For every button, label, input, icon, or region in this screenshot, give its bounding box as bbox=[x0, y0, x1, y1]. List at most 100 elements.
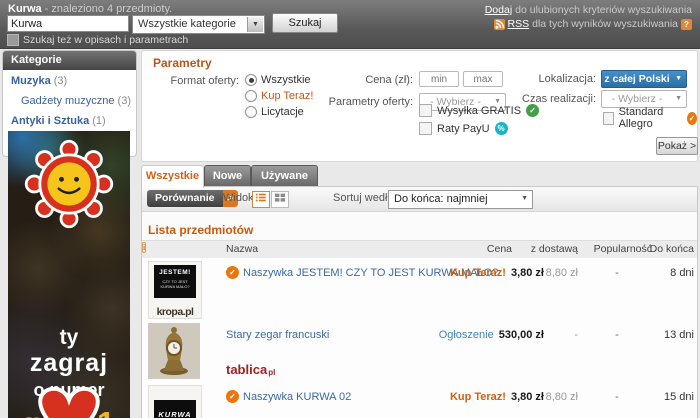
ad-text-line1: ty bbox=[8, 327, 130, 348]
time-left-cell: 15 dni bbox=[638, 391, 694, 403]
parameters-title: Parametry bbox=[153, 56, 212, 70]
location-value: z całej Polski bbox=[602, 71, 672, 87]
item-name-link[interactable]: Naszywka KURWA 02 bbox=[243, 391, 351, 403]
payu-icon: % bbox=[495, 122, 508, 135]
tab-wszystkie[interactable]: Wszystkie bbox=[141, 165, 204, 188]
free-shipping-icon: ✓ bbox=[526, 104, 539, 117]
location-select[interactable]: z całej Polski ▼ bbox=[601, 70, 687, 88]
checkbox-icon[interactable] bbox=[603, 112, 614, 125]
ad-banner[interactable]: ty zagraj o numer gg 21 bbox=[8, 131, 130, 418]
rss-icon bbox=[494, 19, 505, 30]
allegro-search-results-page: Kurwa- znaleziono 4 przedmioty. Wszystki… bbox=[0, 0, 700, 418]
tablica-logo[interactable]: tablicapl bbox=[226, 362, 274, 377]
add-favorite-line: Dodajdo ulubionych kryteriów wyszukiwani… bbox=[485, 4, 692, 16]
tab-uzywane[interactable]: Używane bbox=[251, 165, 318, 187]
category-count: (3) bbox=[118, 95, 131, 107]
category-select-button[interactable]: ▼ bbox=[247, 17, 263, 32]
show-results-button[interactable]: Pokaż > bbox=[656, 137, 698, 155]
lead-time-label: Czas realizacji: bbox=[482, 93, 596, 105]
time-left-cell: 13 dni bbox=[638, 329, 694, 341]
compare-button-label: Porównanie bbox=[147, 190, 223, 207]
search-scope-checkbox[interactable]: Szukaj też w opisach i parametrach bbox=[7, 34, 188, 46]
sort-select-value: Do końca: najmniej bbox=[394, 191, 488, 207]
sidebar-item-antyki-i-sztuka[interactable]: Antyki i Sztuka(1) bbox=[3, 112, 136, 130]
thumbnail-watermark: kropa.pl bbox=[149, 306, 201, 318]
category-count: (3) bbox=[54, 75, 67, 87]
thumbnail-text: JESTEM! bbox=[154, 265, 196, 276]
search-header: Kurwa- znaleziono 4 przedmioty. Wszystki… bbox=[0, 0, 700, 49]
thumbnail-text: KURWA bbox=[154, 400, 196, 418]
chevron-down-icon: ▼ bbox=[252, 21, 259, 28]
column-header-do-konca[interactable]: Do końca bbox=[624, 241, 694, 258]
column-header-z-dostawa[interactable]: z dostawą bbox=[508, 241, 578, 258]
heart-icon bbox=[37, 387, 101, 418]
sort-select[interactable]: Do końca: najmniej ▼ bbox=[388, 190, 533, 209]
category-select[interactable]: Wszystkie kategorie ▼ bbox=[132, 15, 265, 34]
category-link[interactable]: Antyki i Sztuka bbox=[11, 115, 89, 127]
checkbox-icon[interactable] bbox=[419, 104, 432, 117]
radio-format-wszystkie[interactable] bbox=[245, 74, 257, 86]
category-link[interactable]: Gadżety muzyczne bbox=[21, 95, 115, 107]
price-min-input[interactable] bbox=[419, 71, 459, 87]
item-thumbnail[interactable]: KURWA bbox=[148, 385, 202, 418]
add-favorite-text: do ulubionych kryteriów wyszukiwania bbox=[515, 4, 692, 16]
help-icon[interactable]: ? bbox=[681, 19, 692, 30]
chevron-down-icon: ▼ bbox=[675, 71, 682, 87]
checkbox-icon[interactable] bbox=[419, 122, 432, 135]
table-row: JESTEM! CZY TO JEST KURWA MAŁO? kropa.pl… bbox=[142, 258, 697, 321]
grid-view-icon[interactable] bbox=[271, 191, 289, 208]
tab-nowe[interactable]: Nowe bbox=[204, 165, 251, 187]
price-cell: Kup Teraz!3,80 zł bbox=[372, 391, 544, 403]
tablica-logo-suffix: pl bbox=[268, 368, 275, 377]
category-select-value: Wszystkie kategorie bbox=[138, 16, 236, 33]
with-delivery-cell: 8,80 zł bbox=[522, 267, 578, 279]
radio-format-kup-teraz[interactable] bbox=[245, 90, 257, 102]
item-thumbnail[interactable]: JESTEM! CZY TO JEST KURWA MAŁO? kropa.pl bbox=[148, 261, 202, 319]
sidebar-item-gadzety-muzyczne[interactable]: Gadżety muzyczne(3) bbox=[3, 92, 136, 110]
payu-installments-checkbox[interactable]: Raty PayU % bbox=[419, 122, 508, 135]
checkbox-icon[interactable] bbox=[7, 34, 19, 46]
result-title: Kurwa- znaleziono 4 przedmioty. bbox=[8, 3, 172, 15]
item-name-link[interactable]: Stary zegar francuski bbox=[226, 329, 329, 341]
search-button[interactable]: Szukaj bbox=[272, 13, 338, 33]
radio-format-licytacje[interactable] bbox=[245, 106, 257, 118]
categories-title: Kategorie bbox=[3, 51, 136, 70]
chevron-down-icon: ▼ bbox=[521, 191, 528, 207]
thumbnail-patch: JESTEM! CZY TO JEST KURWA MAŁO? bbox=[154, 265, 196, 298]
ad-text-line2: zagraj bbox=[8, 351, 130, 376]
sun-smiley-icon bbox=[22, 137, 116, 231]
info-icon[interactable]: i bbox=[142, 242, 146, 253]
column-header-nazwa[interactable]: Nazwa bbox=[226, 241, 258, 258]
with-delivery-cell: - bbox=[522, 329, 578, 341]
sidebar-item-muzyka[interactable]: Muzyka(3) bbox=[3, 72, 136, 90]
free-shipping-checkbox[interactable]: Wysyłka GRATIS ✓ bbox=[419, 104, 539, 117]
table-header: i Nazwa Cena z dostawą Popularność Do ko… bbox=[142, 240, 697, 259]
result-count-text: - znaleziono 4 przedmioty. bbox=[45, 3, 173, 15]
parameters-panel: Parametry Format oferty: Wszystkie Kup T… bbox=[141, 50, 698, 162]
list-title: Lista przedmiotów bbox=[148, 223, 253, 237]
table-row: KURWA ✓ Naszywka KURWA 02 Kup Teraz!3,80… bbox=[142, 382, 697, 418]
offer-type: Ogłoszenie bbox=[439, 329, 494, 341]
time-left-cell: 8 dni bbox=[638, 267, 694, 279]
chevron-down-icon: ▼ bbox=[675, 91, 682, 107]
standard-allegro-checkbox[interactable]: Standard Allegro ✓ bbox=[603, 106, 697, 130]
column-header-cena[interactable]: Cena bbox=[442, 241, 512, 258]
price-cell: Ogłoszenie530,00 zł bbox=[372, 329, 544, 341]
category-link[interactable]: Muzyka bbox=[11, 75, 51, 87]
results-panel: Porównanie > Widok: Sortuj według: Do ko… bbox=[141, 186, 698, 418]
item-thumbnail[interactable] bbox=[148, 323, 200, 379]
add-favorite-link[interactable]: Dodaj bbox=[485, 4, 512, 16]
offer-check-icon: ✓ bbox=[226, 390, 239, 403]
results-toolbar: Porównanie > Widok: Sortuj według: Do ko… bbox=[142, 187, 697, 212]
search-input[interactable] bbox=[7, 15, 129, 32]
location-label: Lokalizacja: bbox=[482, 73, 596, 85]
thumbnail-text: CZY TO JEST KURWA MAŁO? bbox=[154, 276, 196, 289]
rss-line: RSS dla tych wyników wyszukiwania ? bbox=[494, 18, 692, 30]
rss-link[interactable]: RSS bbox=[508, 18, 530, 30]
free-shipping-label: Wysyłka GRATIS bbox=[437, 105, 521, 117]
format-label: Format oferty: bbox=[142, 75, 239, 87]
price-cell: Kup Teraz!3,80 zł bbox=[372, 267, 544, 279]
tablica-logo-text: tablica bbox=[226, 362, 267, 377]
list-view-icon[interactable] bbox=[252, 191, 270, 208]
price-label: Cena (zł): bbox=[302, 74, 413, 86]
